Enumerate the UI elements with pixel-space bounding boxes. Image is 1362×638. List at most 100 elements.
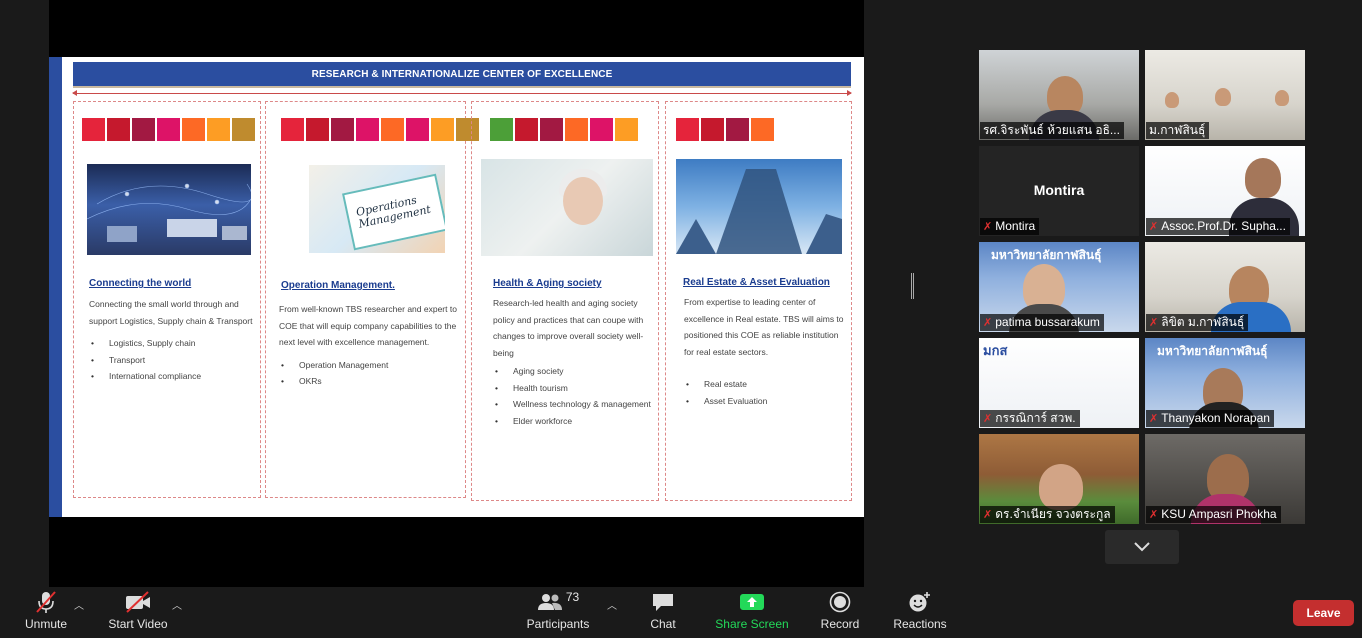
university-logo: มหาวิทยาลัยกาฬสินธุ์: [1157, 344, 1268, 358]
share-screen-button[interactable]: Share Screen: [712, 587, 792, 638]
smiley-plus-icon: [909, 592, 930, 612]
coe-column-connecting-world: Connecting the world Connecting the smal…: [73, 101, 261, 498]
participant-tile[interactable]: ✗ Assoc.Prof.Dr. Supha...: [1145, 146, 1305, 236]
participant-name: ม.กาฬสินธุ์: [1146, 122, 1210, 139]
sdg-icon: [515, 118, 538, 141]
record-label: Record: [820, 617, 860, 631]
audio-options-caret-icon[interactable]: ︿: [74, 597, 84, 612]
column-body: Research-led health and aging society po…: [493, 295, 657, 429]
column-body-text: From well-known TBS researcher and exper…: [279, 304, 457, 347]
participant-tile[interactable]: ✗ KSU Ampasri Phokha: [1145, 434, 1305, 524]
sdg-icon: [751, 118, 774, 141]
sdg-icons-row: [82, 118, 255, 141]
sdg-icon: [490, 118, 513, 141]
bullet-item: OKRs: [279, 373, 463, 390]
sdg-icon: [590, 118, 613, 141]
mukda-logo: มกส: [983, 343, 1008, 358]
participant-name-text: KSU Ampasri Phokha: [1161, 507, 1277, 521]
photo-face: [563, 177, 603, 225]
participant-head: [1165, 92, 1179, 108]
presentation-slide: RESEARCH & INTERNATIONALIZE CENTER OF EX…: [49, 57, 864, 517]
sdg-icon: [381, 118, 404, 141]
slide-left-bar: [49, 57, 62, 517]
operations-notebook: Operations Management: [342, 173, 445, 251]
sdg-icon: [132, 118, 155, 141]
muted-mic-icon: ✗: [1149, 413, 1159, 425]
sdg-icons-row: [676, 118, 774, 141]
participant-tile[interactable]: มกส ✗ กรรณิการ์ สวพ.: [979, 338, 1139, 428]
unmute-button[interactable]: Unmute: [18, 587, 74, 638]
column-heading: Operation Management.: [281, 280, 395, 291]
participant-name: ✗ Thanyakon Norapan: [1146, 410, 1274, 427]
sdg-icon: [676, 118, 699, 141]
participant-name-text: Assoc.Prof.Dr. Supha...: [1161, 219, 1286, 233]
slide-arrow-divider: [72, 90, 852, 96]
sdg-icon: [157, 118, 180, 141]
participant-name-text: รศ.จิระพันธ์ ห้วยแสน อธิ...: [983, 123, 1120, 137]
world-network-icon: [87, 183, 251, 242]
column-body: From expertise to leading center of exce…: [684, 294, 850, 409]
participant-name: ✗ ลิขิต ม.กาฬสินธุ์: [1146, 314, 1249, 331]
slide-banner-title: RESEARCH & INTERNATIONALIZE CENTER OF EX…: [73, 62, 851, 88]
participant-name-text: Montira: [995, 219, 1036, 233]
panel-resize-handle[interactable]: [911, 273, 914, 299]
gallery-next-page-button[interactable]: [1105, 530, 1179, 564]
sdg-icon: [232, 118, 255, 141]
sdg-icon: [565, 118, 588, 141]
column-body-text: From expertise to leading center of exce…: [684, 297, 844, 357]
sdg-icon: [540, 118, 563, 141]
bullet-item: Asset Evaluation: [684, 393, 850, 410]
zoom-meeting-window: RESEARCH & INTERNATIONALIZE CENTER OF EX…: [0, 0, 1362, 638]
leave-button[interactable]: Leave: [1293, 600, 1354, 626]
participant-name-text: ม.กาฬสินธุ์: [1149, 123, 1206, 137]
muted-mic-icon: ✗: [983, 317, 993, 329]
participant-name: ✗ Montira: [980, 218, 1040, 235]
operations-image-text: Operations Management: [354, 193, 432, 231]
logistics-image: [87, 164, 251, 255]
reactions-label: Reactions: [893, 617, 947, 631]
bullet-item: Logistics, Supply chain: [89, 335, 255, 352]
share-screen-icon: [740, 594, 764, 610]
sdg-icon: [306, 118, 329, 141]
video-off-icon: [126, 591, 150, 613]
participant-tile[interactable]: ✗ ลิขิต ม.กาฬสินธุ์: [1145, 242, 1305, 332]
participant-tile[interactable]: ✗ ดร.จำเนียร จวงตระกูล: [979, 434, 1139, 524]
participant-tile[interactable]: มหาวิทยาลัยกาฬสินธุ์ ✗ Thanyakon Norapan: [1145, 338, 1305, 428]
participants-options-caret-icon[interactable]: ︿: [607, 597, 617, 612]
participant-tile[interactable]: Montira ✗ Montira: [979, 146, 1139, 236]
participants-button[interactable]: 73 Participants: [523, 587, 593, 638]
column-body: Connecting the small world through and s…: [89, 296, 255, 385]
participant-name: ✗ กรรณิการ์ สวพ.: [980, 410, 1080, 427]
column-body: From well-known TBS researcher and exper…: [279, 301, 463, 390]
video-options-caret-icon[interactable]: ︿: [172, 597, 182, 612]
bullet-item: Aging society: [493, 363, 657, 380]
bullet-item: Transport: [89, 352, 255, 369]
participant-tile[interactable]: ม.กาฬสินธุ์: [1145, 50, 1305, 140]
sdg-icons-row: [281, 118, 479, 141]
reactions-button[interactable]: Reactions: [890, 587, 950, 638]
sdg-icon: [182, 118, 205, 141]
participants-label: Participants: [526, 617, 590, 631]
start-video-button[interactable]: Start Video: [103, 587, 173, 638]
shared-screen: RESEARCH & INTERNATIONALIZE CENTER OF EX…: [49, 0, 864, 587]
muted-mic-icon: ✗: [983, 509, 993, 521]
record-button[interactable]: Record: [815, 587, 865, 638]
participant-tile[interactable]: รศ.จิระพันธ์ ห้วยแสน อธิ...: [979, 50, 1139, 140]
chat-bubble-icon: [653, 594, 673, 611]
sdg-icon: [431, 118, 454, 141]
muted-mic-icon: ✗: [983, 413, 993, 425]
elderly-woman-image: [481, 159, 653, 256]
sdg-icons-row: [490, 118, 638, 141]
bullet-item: Real estate: [684, 376, 850, 393]
participant-head: [1039, 464, 1083, 510]
participant-head: [1215, 88, 1231, 106]
chat-button[interactable]: Chat: [643, 587, 683, 638]
column-heading: Health & Aging society: [493, 278, 602, 289]
record-icon: [829, 591, 851, 613]
muted-mic-icon: ✗: [983, 221, 993, 233]
column-bullets: Aging society Health tourism Wellness te…: [493, 363, 657, 429]
column-bullets: Logistics, Supply chain Transport Intern…: [89, 335, 255, 385]
participant-tile[interactable]: มหาวิทยาลัยกาฬสินธุ์ ✗ patima bussarakum: [979, 242, 1139, 332]
bullet-item: Health tourism: [493, 380, 657, 397]
start-video-label: Start Video: [108, 617, 168, 631]
